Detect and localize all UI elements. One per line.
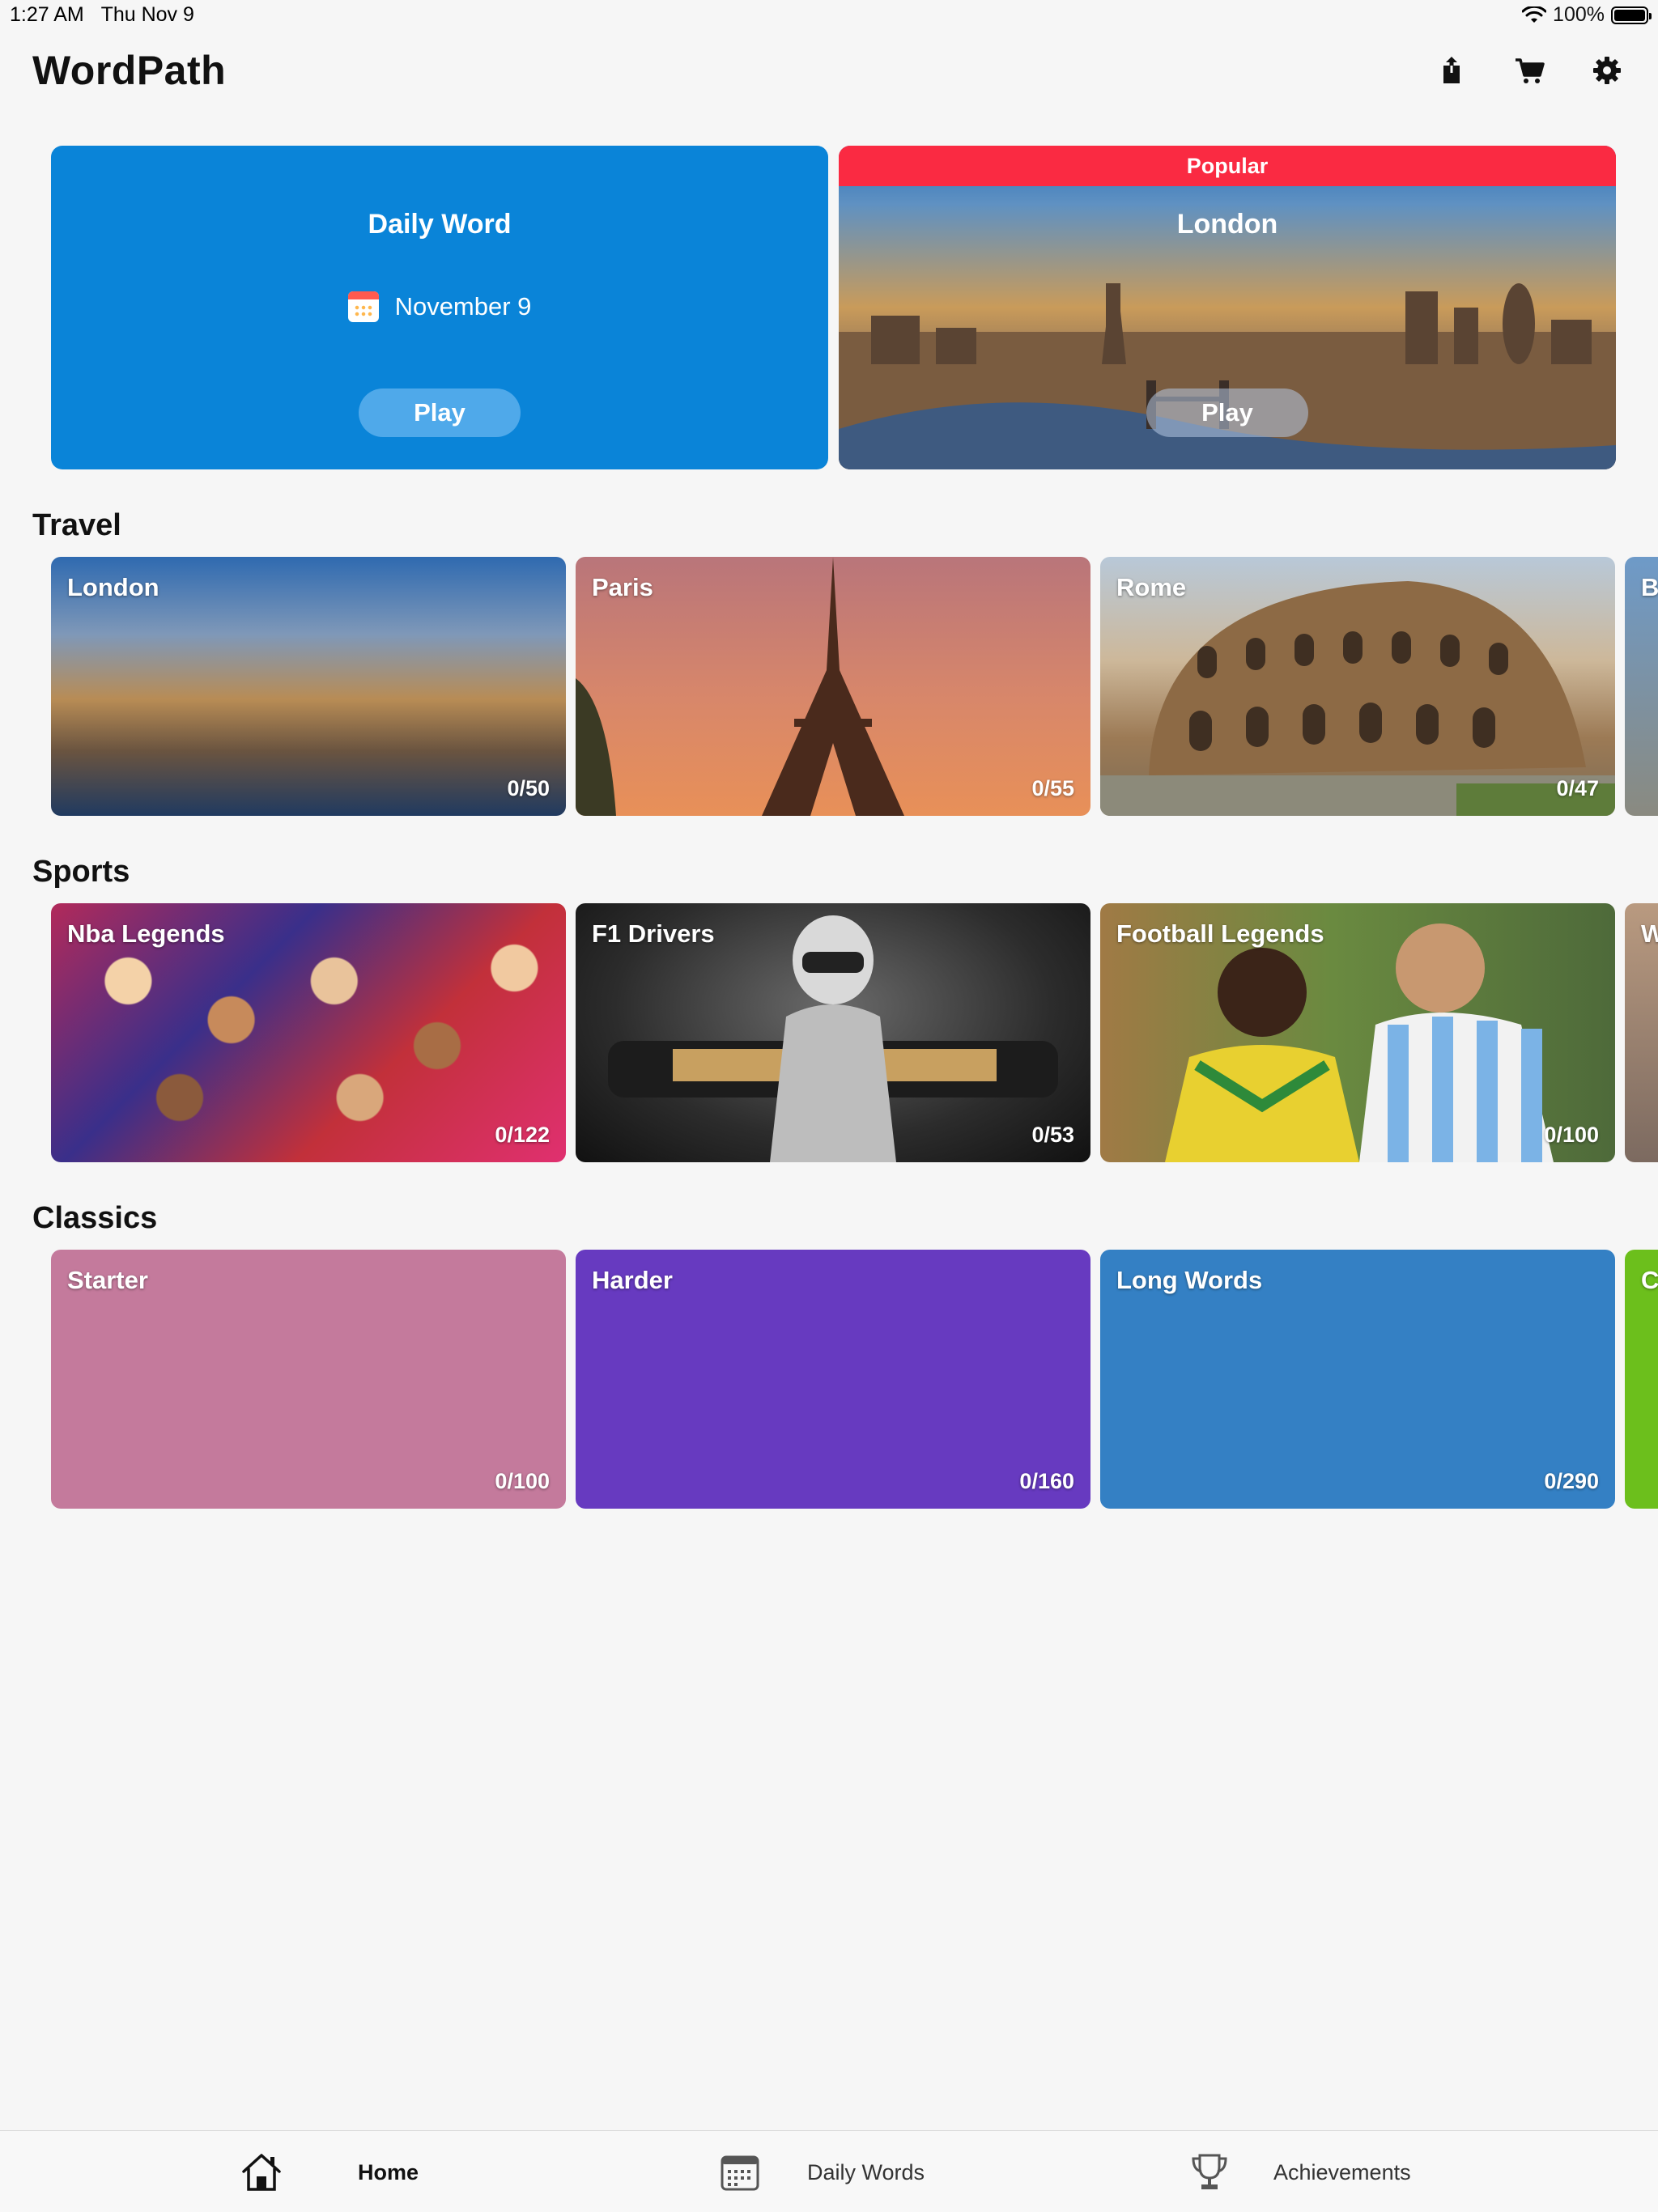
- tile-progress: 0/100: [495, 1469, 550, 1493]
- home-icon: [242, 2154, 281, 2191]
- status-time: 1:27 AM Thu Nov 9: [10, 3, 194, 27]
- tab-home[interactable]: Home: [240, 2150, 419, 2194]
- tile-label: F1 Drivers: [592, 919, 715, 948]
- tile-label: Rome: [1116, 573, 1187, 601]
- popular-title: London: [1176, 209, 1278, 240]
- tile-label: Harder: [592, 1266, 673, 1294]
- tile-label: B: [1641, 573, 1658, 601]
- tile-harder[interactable]: Harder 0/160: [576, 1250, 1090, 1509]
- daily-word-card[interactable]: Daily Word November 9 Play: [51, 146, 828, 469]
- tile-progress: 0/290: [1544, 1469, 1599, 1493]
- header-actions: [1433, 52, 1626, 89]
- daily-word-date: November 9: [394, 292, 532, 321]
- status-clock: 1:27 AM: [10, 3, 84, 26]
- tile-football-legends[interactable]: Football Legends 0/100: [1100, 903, 1615, 1162]
- tile-label: London: [67, 573, 159, 601]
- tile-paris[interactable]: Paris 0/55: [576, 557, 1090, 816]
- battery-percent: 100%: [1553, 3, 1605, 26]
- section-title-travel: Travel: [32, 508, 121, 542]
- share-icon: [1443, 57, 1460, 83]
- status-bar: 1:27 AM Thu Nov 9 100%: [0, 0, 1658, 32]
- tile-classics-partial[interactable]: C: [1625, 1250, 1658, 1509]
- tile-travel-partial[interactable]: B: [1625, 557, 1658, 816]
- cart-button[interactable]: [1511, 52, 1548, 89]
- tile-progress: 0/47: [1556, 776, 1599, 800]
- tile-label: W: [1641, 919, 1658, 948]
- popular-banner: Popular: [839, 146, 1616, 186]
- tile-progress: 0/55: [1031, 776, 1074, 800]
- settings-button[interactable]: [1588, 52, 1626, 89]
- calendar-icon: [347, 291, 379, 322]
- section-title-sports: Sports: [32, 855, 130, 889]
- popular-play-button[interactable]: Play: [1146, 388, 1308, 437]
- travel-row[interactable]: London 0/50 Paris 0/55 Rome 0/47 B: [51, 557, 1658, 816]
- tab-label: Achievements: [1273, 2159, 1411, 2184]
- tile-label: Long Words: [1116, 1266, 1263, 1294]
- tab-achievements[interactable]: Achievements: [1188, 2150, 1411, 2194]
- app-title: WordPath: [32, 48, 227, 93]
- tile-london[interactable]: London 0/50: [51, 557, 566, 816]
- trophy-icon: [1192, 2154, 1227, 2189]
- tile-label: C: [1641, 1266, 1658, 1294]
- tab-label: Daily Words: [807, 2159, 925, 2184]
- classics-row[interactable]: Starter 0/100 Harder 0/160 Long Words 0/…: [51, 1250, 1658, 1509]
- daily-word-date-row: November 9: [51, 291, 828, 322]
- tile-progress: 0/53: [1031, 1123, 1074, 1147]
- tile-rome[interactable]: Rome 0/47: [1100, 557, 1615, 816]
- daily-word-title: Daily Word: [368, 209, 512, 240]
- tile-progress: 0/100: [1544, 1123, 1599, 1147]
- tile-progress: 0/122: [495, 1123, 550, 1147]
- section-title-classics: Classics: [32, 1201, 158, 1235]
- popular-card[interactable]: Popular London Play: [839, 146, 1616, 469]
- share-button[interactable]: [1433, 52, 1470, 89]
- sports-row[interactable]: Nba Legends 0/122 F1 Drivers 0/53 Footba…: [51, 903, 1658, 1162]
- tile-label: Football Legends: [1116, 919, 1324, 948]
- calendar-icon: [721, 2155, 759, 2191]
- battery-icon: [1611, 6, 1652, 24]
- tile-f1-drivers[interactable]: F1 Drivers 0/53: [576, 903, 1090, 1162]
- tile-starter[interactable]: Starter 0/100: [51, 1250, 566, 1509]
- daily-play-button[interactable]: Play: [359, 388, 521, 437]
- gear-icon: [1593, 57, 1621, 84]
- tile-progress: 0/160: [1019, 1469, 1074, 1493]
- tile-sports-partial[interactable]: W: [1625, 903, 1658, 1162]
- tab-bar: Home Daily Words Achievements: [0, 2130, 1658, 2212]
- status-date: Thu Nov 9: [100, 3, 194, 26]
- cart-icon: [1516, 58, 1545, 83]
- tile-label: Starter: [67, 1266, 148, 1294]
- wifi-icon: [1522, 6, 1547, 23]
- london-skyline-image: [839, 283, 1616, 469]
- tile-label: Nba Legends: [67, 919, 225, 948]
- tile-progress: 0/50: [507, 776, 550, 800]
- tile-nba-legends[interactable]: Nba Legends 0/122: [51, 903, 566, 1162]
- status-indicators: 100%: [1522, 3, 1652, 27]
- tab-label: Home: [358, 2159, 419, 2184]
- tab-daily-words[interactable]: Daily Words: [718, 2150, 925, 2194]
- tile-label: Paris: [592, 573, 653, 601]
- tile-long-words[interactable]: Long Words 0/290: [1100, 1250, 1615, 1509]
